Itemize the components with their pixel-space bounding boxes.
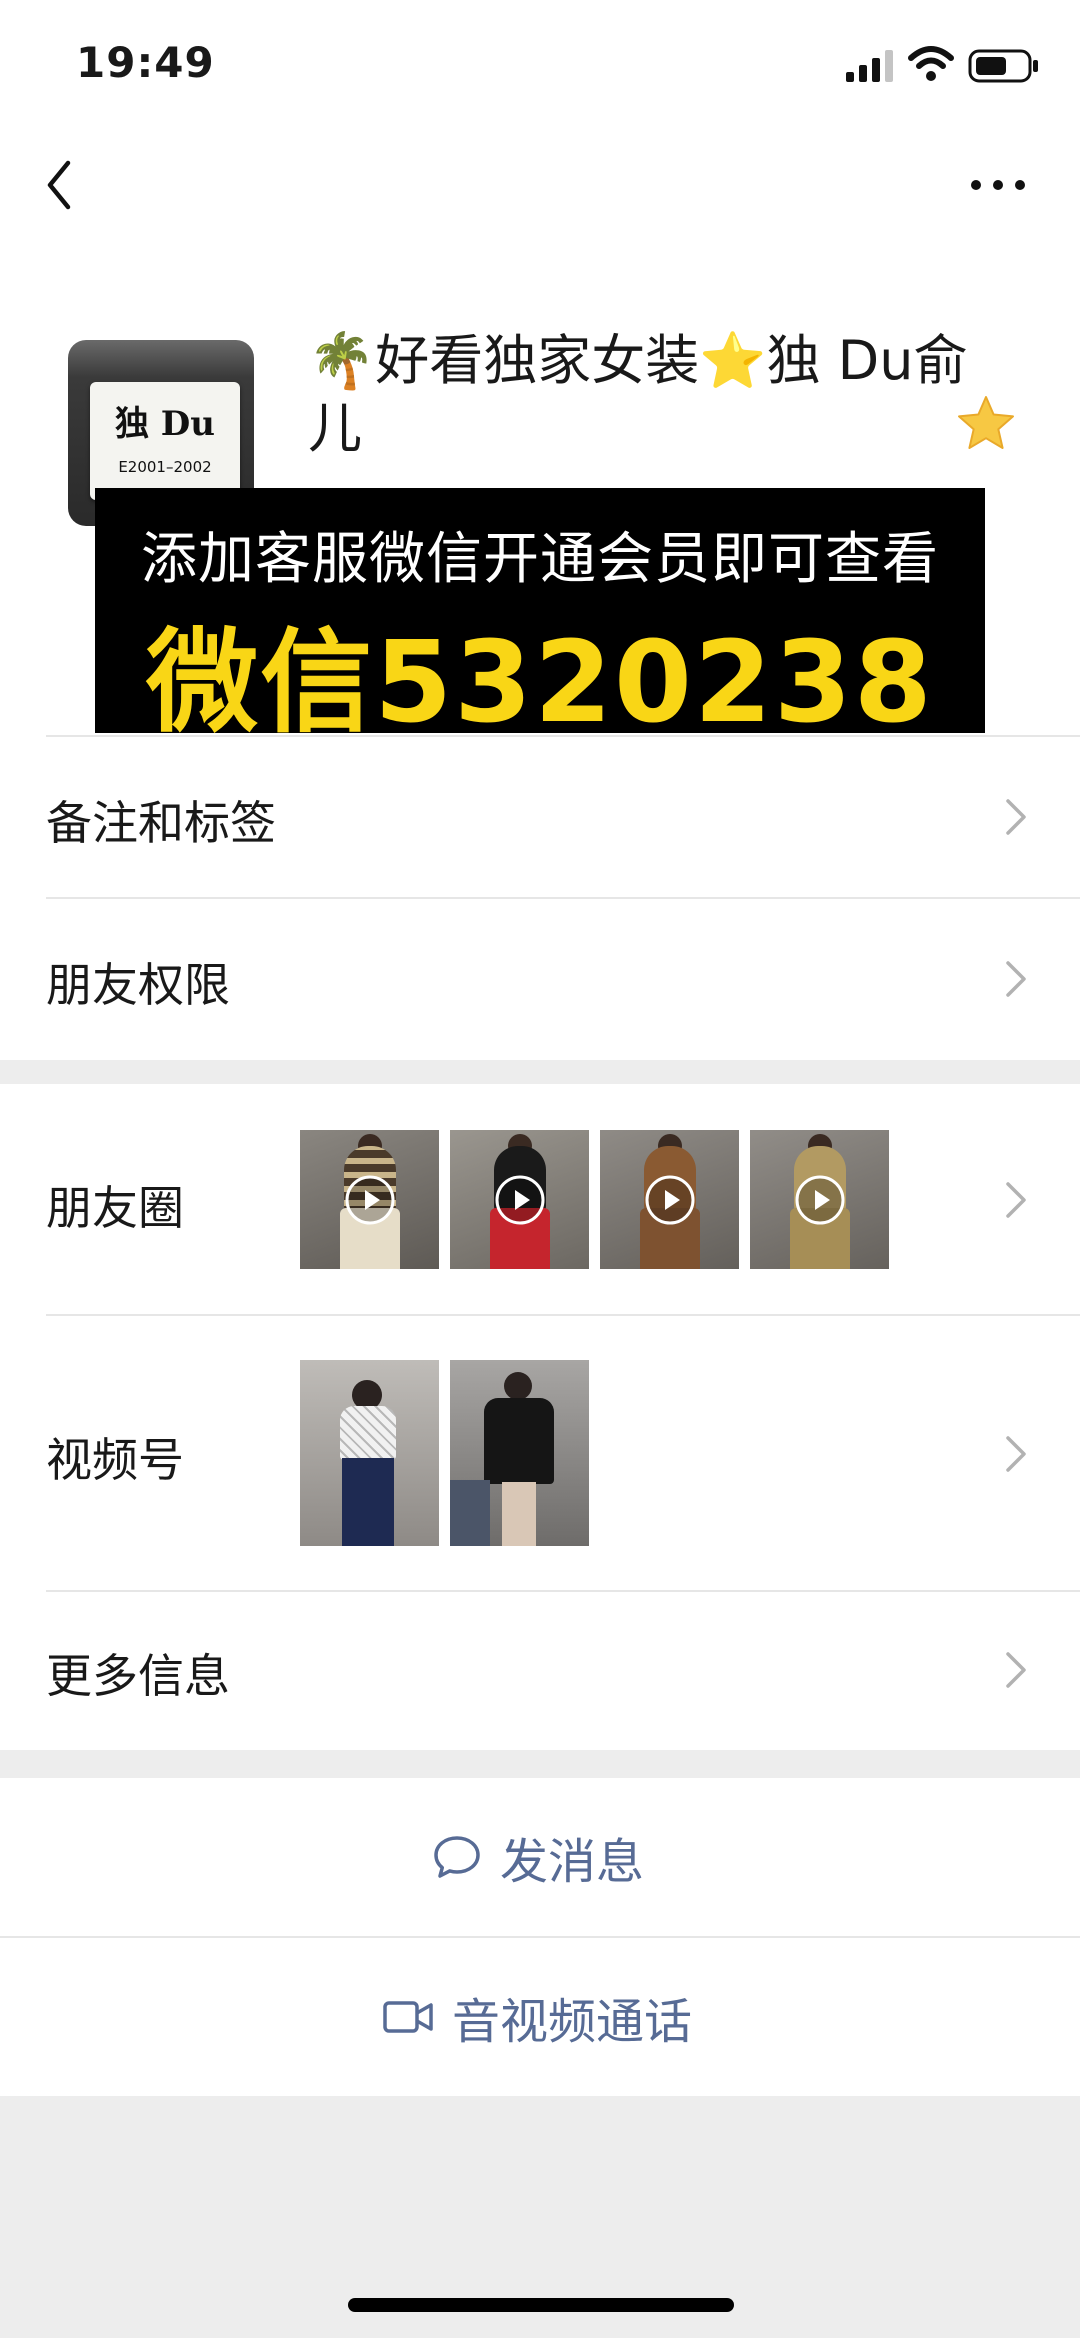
play-icon bbox=[795, 1175, 845, 1225]
send-message-label: 发消息 bbox=[500, 1834, 645, 1890]
chat-bubble-icon bbox=[434, 1836, 480, 1878]
video-call-label: 音视频通话 bbox=[452, 1994, 693, 2050]
chevron-right-icon bbox=[1006, 1182, 1026, 1218]
row-remarks-and-tags[interactable]: 备注和标签 bbox=[0, 737, 1080, 897]
moments-thumbnail-2[interactable] bbox=[450, 1130, 589, 1269]
row-friend-permissions[interactable]: 朋友权限 bbox=[0, 899, 1080, 1060]
play-icon bbox=[345, 1175, 395, 1225]
row-label: 更多信息 bbox=[46, 1649, 230, 1703]
row-channels[interactable]: 视频号 bbox=[0, 1316, 1080, 1590]
settings-section: 备注和标签 朋友权限 bbox=[0, 735, 1080, 1060]
row-label: 备注和标签 bbox=[46, 796, 276, 850]
status-bar: 19:49 bbox=[0, 0, 1080, 135]
status-time: 19:49 bbox=[76, 38, 215, 87]
star-icon[interactable] bbox=[956, 395, 1016, 451]
video-camera-icon bbox=[383, 2001, 433, 2033]
chevron-right-icon bbox=[1006, 1652, 1026, 1688]
home-indicator bbox=[348, 2298, 734, 2312]
content-section: 朋友圈 视频号 更多信息 bbox=[0, 1084, 1080, 1750]
moments-thumbnail-1[interactable] bbox=[300, 1130, 439, 1269]
play-icon bbox=[495, 1175, 545, 1225]
moments-thumbnail-4[interactable] bbox=[750, 1130, 889, 1269]
row-label: 朋友权限 bbox=[46, 958, 230, 1012]
avatar-sign-plate: 独 Du E2001–2002 bbox=[90, 382, 240, 500]
chevron-right-icon bbox=[1006, 1436, 1026, 1472]
promo-line-1: 添加客服微信开通会员即可查看 bbox=[141, 527, 939, 592]
promo-overlay-banner: 添加客服微信开通会员即可查看 微信5320238 bbox=[95, 488, 985, 748]
avatar-text: 独 Du bbox=[114, 404, 216, 444]
avatar-subtext: E2001–2002 bbox=[118, 458, 212, 476]
send-message-button[interactable]: 发消息 bbox=[0, 1778, 1080, 1936]
nav-bar bbox=[0, 135, 1080, 245]
channels-thumbnail-2[interactable] bbox=[450, 1360, 589, 1546]
row-label: 朋友圈 bbox=[46, 1181, 184, 1235]
battery-icon bbox=[968, 49, 1038, 83]
chevron-right-icon bbox=[1006, 961, 1026, 997]
moments-thumbnail-3[interactable] bbox=[600, 1130, 739, 1269]
chevron-right-icon bbox=[1006, 799, 1026, 835]
more-options-icon[interactable] bbox=[966, 165, 1030, 205]
row-more-info[interactable]: 更多信息 bbox=[0, 1592, 1080, 1750]
video-call-button[interactable]: 音视频通话 bbox=[0, 1938, 1080, 2096]
channels-thumbnail-1[interactable] bbox=[300, 1360, 439, 1546]
signal-icon bbox=[846, 50, 893, 82]
contact-profile-screen: 19:49 独 Du E2001–2002 🌴好看独家女装⭐独 Du俞儿 添加客… bbox=[0, 0, 1080, 2338]
promo-line-2: 微信5320238 bbox=[146, 618, 934, 748]
play-icon bbox=[645, 1175, 695, 1225]
row-label: 视频号 bbox=[46, 1433, 184, 1487]
wifi-icon bbox=[908, 46, 954, 81]
back-icon[interactable] bbox=[38, 155, 88, 215]
profile-name: 🌴好看独家女装⭐独 Du俞儿 bbox=[308, 329, 968, 460]
row-moments[interactable]: 朋友圈 bbox=[0, 1084, 1080, 1314]
